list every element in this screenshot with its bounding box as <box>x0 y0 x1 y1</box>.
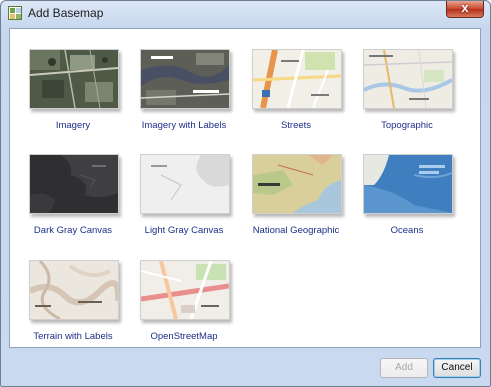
add-basemap-dialog: Add Basemap x Imagery Imagery with Label… <box>0 0 491 387</box>
streets-thumbnail <box>252 49 342 109</box>
close-button[interactable]: x <box>446 1 484 18</box>
dark-gray-canvas-thumbnail <box>29 154 119 214</box>
imagery-labels-thumbnail <box>140 49 230 109</box>
light-gray-canvas-thumbnail <box>140 154 230 214</box>
national-geographic-thumbnail <box>252 154 342 214</box>
basemap-label: Oceans <box>390 225 424 236</box>
basemap-gallery: Imagery Imagery with Labels Streets Topo… <box>9 28 481 348</box>
dialog-title: Add Basemap <box>28 6 104 20</box>
cancel-button[interactable]: Cancel <box>433 358 481 378</box>
terrain-labels-thumbnail <box>29 260 119 320</box>
oceans-thumbnail <box>363 154 453 214</box>
imagery-thumbnail <box>29 49 119 109</box>
basemap-label: OpenStreetMap <box>150 331 218 342</box>
close-icon: x <box>461 0 469 15</box>
basemap-label: Topographic <box>381 120 433 131</box>
topographic-thumbnail <box>363 49 453 109</box>
title-bar: Add Basemap x <box>1 1 490 25</box>
add-button[interactable]: Add <box>380 358 428 378</box>
basemap-app-icon <box>8 6 22 20</box>
openstreetmap-thumbnail <box>140 260 230 320</box>
